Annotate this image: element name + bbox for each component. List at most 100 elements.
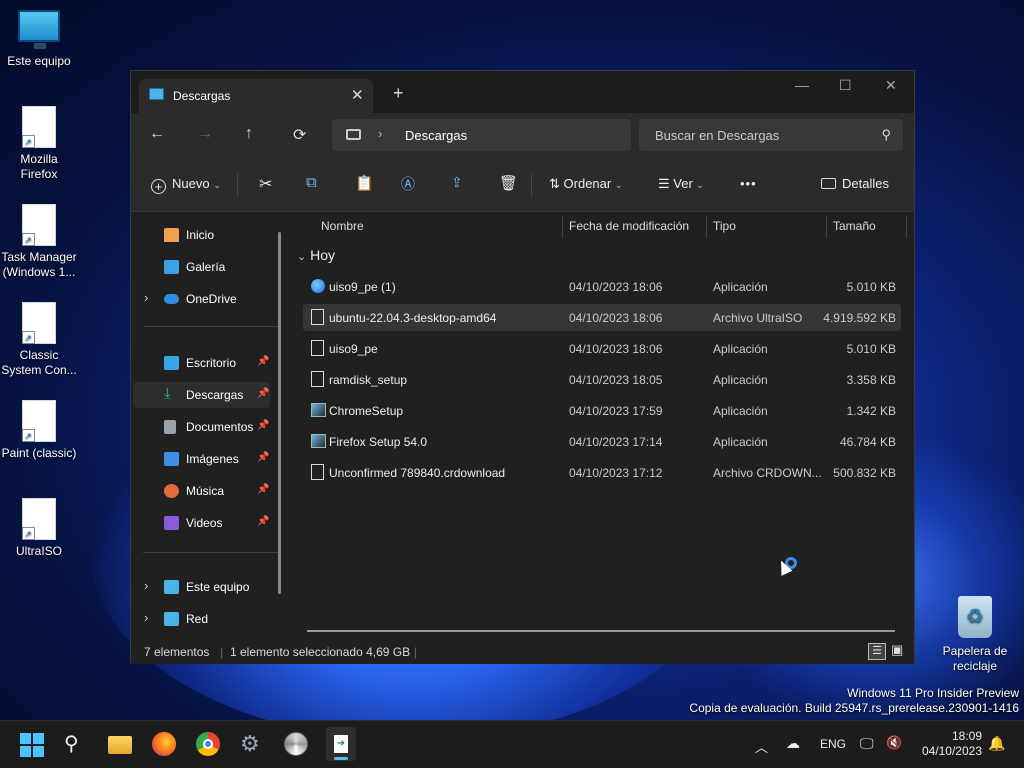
chevron-up-icon[interactable]: ︿ [755, 737, 768, 756]
file-icon [311, 464, 324, 480]
sidebar-item-onedrive[interactable]: › OneDrive [133, 286, 270, 312]
column-header-size[interactable]: Tamaño [833, 212, 876, 242]
settings-taskbar-button[interactable]: ⚙ [240, 732, 266, 758]
sidebar-item-inicio[interactable]: Inicio [133, 222, 270, 248]
file-row[interactable]: ramdisk_setup 04/10/2023 18:05 Aplicació… [303, 366, 901, 393]
column-divider[interactable] [826, 216, 827, 238]
share-icon[interactable]: ⇪ [451, 174, 463, 191]
column-divider[interactable] [562, 216, 563, 238]
pin-icon[interactable]: 📌 [257, 356, 269, 367]
close-tab-icon[interactable]: ✕ [351, 86, 364, 104]
selection-info: 1 elemento seleccionado 4,69 GB [230, 645, 411, 659]
search-input[interactable]: Buscar en Descargas ⚲ [639, 119, 903, 151]
minimize-button[interactable]: — [795, 77, 809, 93]
pin-icon[interactable]: 📌 [257, 484, 269, 495]
clock-time: 18:09 [951, 729, 982, 743]
view-list-icon: ☰ [658, 176, 670, 191]
refresh-button[interactable]: ⟳ [293, 125, 306, 145]
computer-icon [149, 88, 164, 100]
desktop-icon-label: Papelera de reciclaje [942, 644, 1008, 673]
start-button[interactable] [20, 732, 46, 758]
shortcut-file-icon: ↗ [22, 302, 56, 344]
sidebar-scrollbar[interactable] [278, 232, 281, 594]
group-header[interactable]: ⌄ Hoy [297, 247, 335, 263]
network-icon[interactable]: 🖵 [860, 735, 874, 752]
chevron-right-icon[interactable]: › [144, 290, 148, 305]
sidebar-item-escritorio[interactable]: Escritorio 📌 [133, 350, 270, 376]
close-window-button[interactable]: ✕ [885, 77, 897, 94]
sidebar-item-imagenes[interactable]: Imágenes 📌 [133, 446, 270, 472]
new-button[interactable]: + Nuevo ⌄ [151, 176, 221, 194]
tiles-view-button[interactable]: ▣ [891, 643, 907, 659]
file-type: Aplicación [713, 280, 768, 294]
rename-icon[interactable]: Ⓐ [401, 174, 415, 194]
file-row[interactable]: uiso9_pe 04/10/2023 18:06 Aplicación 5.0… [303, 335, 901, 362]
notification-bell-icon[interactable]: 🔔 [988, 735, 1005, 752]
desktop-icon-paint[interactable]: ↗ Paint (classic) [0, 400, 78, 461]
up-button[interactable]: ↑ [245, 125, 253, 143]
breadcrumb[interactable]: Descargas [405, 128, 467, 143]
back-button[interactable]: ← [149, 125, 165, 143]
sidebar-item-musica[interactable]: Música 📌 [133, 478, 270, 504]
file-size: 500.832 KB [833, 466, 896, 480]
delete-icon[interactable]: 🗑 [499, 174, 518, 192]
details-button[interactable]: Detalles [821, 176, 889, 191]
desktop-icon-task-manager[interactable]: ↗ Task Manager (Windows 1... [0, 204, 78, 280]
desktop-icon-firefox[interactable]: ↗ Mozilla Firefox [0, 106, 78, 182]
file-row[interactable]: Unconfirmed 789840.crdownload 04/10/2023… [303, 459, 901, 486]
chrome-taskbar-button[interactable] [196, 732, 222, 758]
desktop-icon-system-config[interactable]: ↗ Classic System Con... [0, 302, 78, 378]
shortcut-file-icon: ↗ [22, 204, 56, 246]
sidebar-item-este-equipo[interactable]: › Este equipo [133, 574, 270, 600]
details-view-button[interactable]: ☰ [868, 643, 886, 660]
maximize-button[interactable]: ☐ [839, 77, 852, 94]
desktop-icon-recycle-bin[interactable]: ♻ Papelera de reciclaje [936, 596, 1014, 674]
copy-icon[interactable]: ⧉ [306, 174, 317, 191]
sidebar-item-videos[interactable]: Videos 📌 [133, 510, 270, 536]
pin-icon[interactable]: 📌 [257, 420, 269, 431]
ultraiso-taskbar-button[interactable] [284, 732, 310, 758]
file-row[interactable]: Firefox Setup 54.0 04/10/2023 17:14 Apli… [303, 428, 901, 455]
chevron-right-icon[interactable]: › [144, 610, 148, 625]
onedrive-tray-icon[interactable]: ☁ [786, 735, 800, 752]
sidebar-item-descargas[interactable]: ⤓ Descargas 📌 [133, 382, 270, 408]
search-taskbar-button[interactable]: ⚲ [64, 732, 90, 758]
shortcut-file-icon: ↗ [22, 106, 56, 148]
file-type: Aplicación [713, 342, 768, 356]
pin-icon[interactable]: 📌 [257, 388, 269, 399]
column-header-name[interactable]: Nombre [321, 212, 364, 242]
column-header-date[interactable]: Fecha de modificación [569, 212, 689, 242]
view-button[interactable]: ☰ Ver ⌄ [658, 176, 704, 192]
sidebar-item-documentos[interactable]: Documentos 📌 [133, 414, 270, 440]
column-divider[interactable] [706, 216, 707, 238]
active-app-taskbar-button[interactable]: ➜ [326, 727, 356, 761]
file-explorer-taskbar-button[interactable] [108, 732, 134, 758]
sidebar-item-galeria[interactable]: Galería [133, 254, 270, 280]
column-divider[interactable] [906, 216, 907, 238]
column-header-type[interactable]: Tipo [713, 212, 736, 242]
forward-button[interactable]: → [197, 125, 213, 143]
language-indicator[interactable]: ENG [820, 737, 846, 751]
computer-icon [346, 129, 361, 140]
cut-icon[interactable]: ✂ [259, 174, 272, 194]
sort-button[interactable]: ⇅ Ordenar ⌄ [549, 176, 622, 192]
firefox-taskbar-button[interactable] [152, 732, 178, 758]
paste-icon[interactable]: 📋 [355, 174, 374, 192]
file-type: Archivo CRDOWN... [713, 466, 822, 480]
address-bar[interactable]: › Descargas [332, 119, 631, 151]
chevron-right-icon[interactable]: › [144, 578, 148, 593]
desktop-icon-ultraiso[interactable]: ↗ UltraISO [0, 498, 78, 559]
pin-icon[interactable]: 📌 [257, 516, 269, 527]
more-options-button[interactable]: ••• [740, 176, 757, 191]
tab-descargas[interactable]: Descargas ✕ [139, 79, 373, 113]
desktop-icon-este-equipo[interactable]: Este equipo [0, 10, 78, 69]
file-row[interactable]: ChromeSetup 04/10/2023 17:59 Aplicación … [303, 397, 901, 424]
sidebar-item-red[interactable]: › Red [133, 606, 270, 632]
volume-muted-icon[interactable]: 🔇 [886, 735, 902, 751]
horizontal-scrollbar[interactable] [307, 630, 895, 632]
file-row[interactable]: ubuntu-22.04.3-desktop-amd64 04/10/2023 … [303, 304, 901, 331]
new-tab-button[interactable]: + [393, 83, 404, 104]
clock[interactable]: 18:09 04/10/2023 [920, 729, 982, 759]
file-row[interactable]: uiso9_pe (1) 04/10/2023 18:06 Aplicación… [303, 273, 901, 300]
pin-icon[interactable]: 📌 [257, 452, 269, 463]
